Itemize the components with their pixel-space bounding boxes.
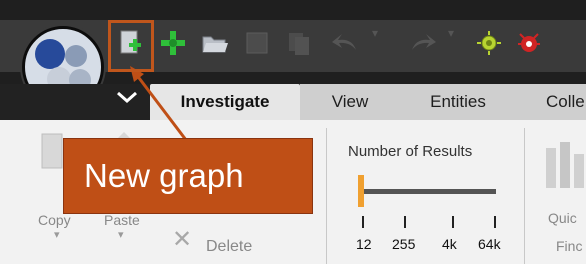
undo-dropdown-icon[interactable]: ▾ <box>372 26 378 40</box>
quick-find-label[interactable]: Quic <box>548 210 577 226</box>
add-entity-button[interactable] <box>158 28 188 58</box>
number-of-results-label: Number of Results <box>348 143 473 160</box>
transform-settings-button[interactable] <box>474 28 504 58</box>
slider-tick <box>494 216 496 228</box>
open-folder-icon <box>202 36 228 53</box>
delete-x-icon: ✕ <box>172 226 193 253</box>
delete-button-label[interactable]: Delete <box>206 238 252 256</box>
add-entity-icon <box>161 31 185 55</box>
results-slider-track[interactable] <box>360 189 496 194</box>
delete-bug-icon <box>518 33 540 52</box>
slider-tick-label: 255 <box>392 236 416 252</box>
slider-tick <box>362 216 364 228</box>
logo-blue-dot <box>35 39 65 69</box>
tab-collections[interactable]: Colle <box>516 84 586 120</box>
slider-tick-label: 4k <box>442 236 457 252</box>
find-label[interactable]: Finc <box>556 238 582 254</box>
save-icon <box>246 32 268 54</box>
stop-transforms-button[interactable] <box>514 28 544 58</box>
logo-gray-dot <box>65 45 87 67</box>
undo-button[interactable] <box>330 28 360 58</box>
ribbon-divider <box>524 128 525 264</box>
paste-button-label[interactable]: Paste <box>104 212 140 228</box>
results-slider-thumb[interactable] <box>358 175 364 207</box>
tab-entities[interactable]: Entities <box>400 84 516 120</box>
ribbon-divider <box>326 128 327 264</box>
tab-view[interactable]: View <box>300 84 400 120</box>
slider-tick <box>452 216 454 228</box>
undo-icon <box>332 34 356 50</box>
quick-find-icon <box>544 140 586 197</box>
copy-icon <box>289 33 309 55</box>
settings-bug-icon <box>477 31 501 55</box>
new-graph-callout: New graph <box>63 138 313 214</box>
paste-dropdown-icon[interactable]: ▾ <box>118 228 124 241</box>
slider-tick <box>404 216 406 228</box>
open-graph-button[interactable] <box>200 28 230 58</box>
slider-tick-label: 12 <box>356 236 372 252</box>
save-button[interactable] <box>242 28 272 58</box>
redo-dropdown-icon[interactable]: ▾ <box>448 26 454 40</box>
copy-button-label[interactable]: Copy <box>38 212 71 228</box>
redo-icon <box>412 34 436 50</box>
callout-arrow <box>130 66 188 141</box>
copy-dropdown-icon[interactable]: ▾ <box>54 228 60 241</box>
slider-tick-label: 64k <box>478 236 501 252</box>
new-graph-highlight-box <box>108 20 154 72</box>
redo-button[interactable] <box>408 28 438 58</box>
copy-button-toolbar[interactable] <box>284 28 314 58</box>
